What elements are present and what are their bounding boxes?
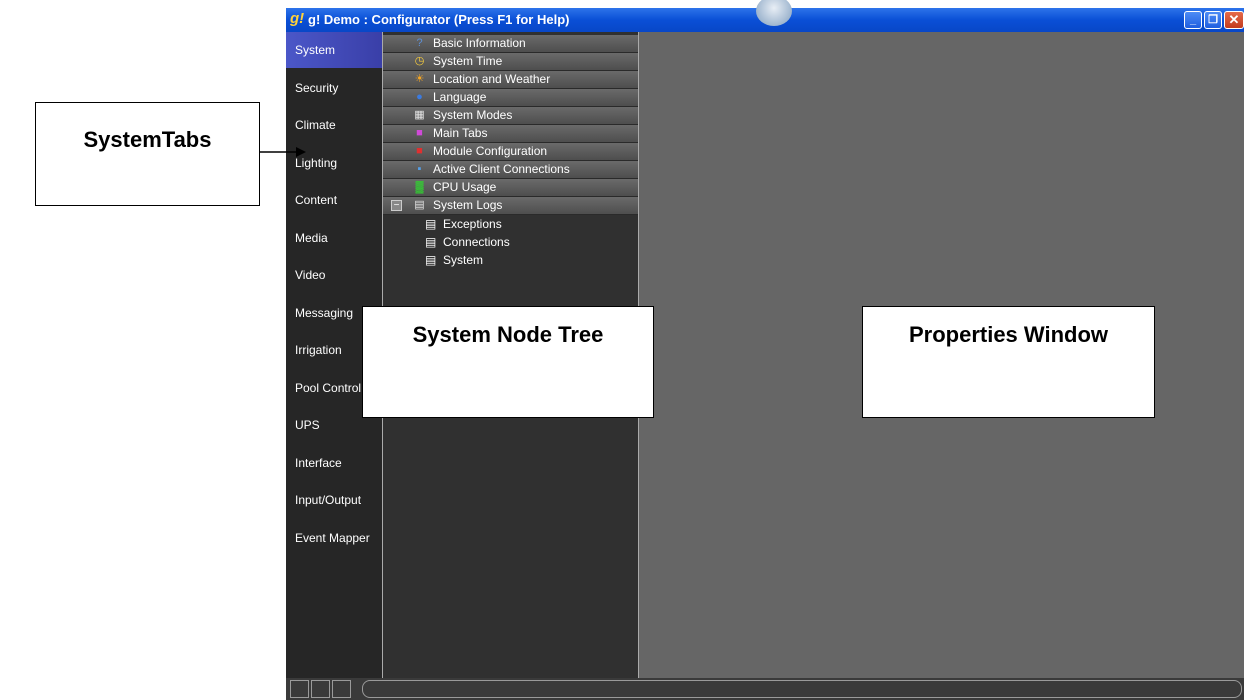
cpu-icon: ▓ — [415, 181, 424, 193]
tree-node-location-weather[interactable]: ☀ Location and Weather — [383, 71, 638, 89]
status-cell — [332, 680, 351, 698]
callout-arrow-icon — [260, 147, 306, 157]
callout-properties-window: Properties Window — [862, 306, 1155, 418]
tree-node-label: Location and Weather — [433, 72, 551, 86]
status-cell — [311, 680, 330, 698]
modes-icon: ▦ — [414, 109, 425, 121]
callout-label: Properties Window — [908, 322, 1109, 347]
close-button[interactable]: ✕ — [1224, 11, 1244, 29]
tab-media[interactable]: Media — [286, 220, 382, 256]
tree-child-label: Exceptions — [443, 217, 502, 231]
title-bar[interactable]: g! g! Demo : Configurator (Press F1 for … — [286, 0, 1244, 32]
tree-node-label: Active Client Connections — [433, 162, 570, 176]
app-icon: g! — [290, 10, 305, 27]
tree-node-label: Module Configuration — [433, 144, 548, 158]
window-title: g! Demo : Configurator (Press F1 for Hel… — [308, 12, 570, 27]
weather-icon: ☀ — [414, 73, 425, 85]
minimize-button[interactable]: _ — [1184, 11, 1202, 29]
tree-node-label: Language — [433, 90, 487, 104]
maximize-button[interactable]: ❐ — [1204, 11, 1222, 29]
tree-child-label: Connections — [443, 235, 510, 249]
tree-node-label: Basic Information — [433, 36, 526, 50]
tab-content[interactable]: Content — [286, 182, 382, 218]
tab-climate[interactable]: Climate — [286, 107, 382, 143]
tree-node-module-configuration[interactable]: ■ Module Configuration — [383, 143, 638, 161]
globe-icon: ● — [416, 91, 423, 103]
logs-icon: ▤ — [414, 199, 425, 211]
tree-node-label: System Logs — [433, 198, 503, 212]
log-file-icon: ▤ — [425, 253, 437, 267]
tree-node-label: System Modes — [433, 108, 513, 122]
status-field — [362, 680, 1242, 698]
tree-node-label: System Time — [433, 54, 503, 68]
tree-node-active-client-connections[interactable]: ▪ Active Client Connections — [383, 161, 638, 179]
tab-security[interactable]: Security — [286, 70, 382, 106]
info-icon: ? — [416, 37, 423, 49]
tree-node-basic-information[interactable]: ? Basic Information — [383, 35, 638, 53]
tree-node-language[interactable]: ● Language — [383, 89, 638, 107]
status-cell — [290, 680, 309, 698]
status-bar — [286, 678, 1244, 700]
callout-system-tabs: SystemTabs — [35, 102, 260, 206]
tab-event-mapper[interactable]: Event Mapper — [286, 520, 382, 556]
orb-icon — [756, 0, 792, 26]
tree-node-system-time[interactable]: ◷ System Time — [383, 53, 638, 71]
callout-label: SystemTabs — [83, 127, 212, 152]
tree-node-system-modes[interactable]: ▦ System Modes — [383, 107, 638, 125]
clock-icon: ◷ — [414, 55, 425, 67]
log-file-icon: ▤ — [425, 217, 437, 231]
log-file-icon: ▤ — [425, 235, 437, 249]
tree-child-system[interactable]: ▤ System — [383, 251, 638, 269]
tab-interface[interactable]: Interface — [286, 445, 382, 481]
tree-node-system-logs[interactable]: − ▤ System Logs — [383, 197, 638, 215]
tree-child-exceptions[interactable]: ▤ Exceptions — [383, 215, 638, 233]
tab-system[interactable]: System — [286, 32, 382, 68]
tree-node-label: CPU Usage — [433, 180, 497, 194]
tab-video[interactable]: Video — [286, 257, 382, 293]
tree-child-label: System — [443, 253, 484, 267]
callout-label: System Node Tree — [412, 322, 604, 347]
module-icon: ■ — [416, 145, 423, 157]
tree-node-main-tabs[interactable]: ■ Main Tabs — [383, 125, 638, 143]
callout-system-node-tree: System Node Tree — [362, 306, 654, 418]
tree-node-cpu-usage[interactable]: ▓ CPU Usage — [383, 179, 638, 197]
collapse-icon[interactable]: − — [391, 200, 402, 211]
tree-node-label: Main Tabs — [433, 126, 488, 140]
tree-child-connections[interactable]: ▤ Connections — [383, 233, 638, 251]
tab-input-output[interactable]: Input/Output — [286, 482, 382, 518]
main-tabs-icon: ■ — [416, 127, 423, 139]
connections-icon: ▪ — [417, 163, 422, 175]
